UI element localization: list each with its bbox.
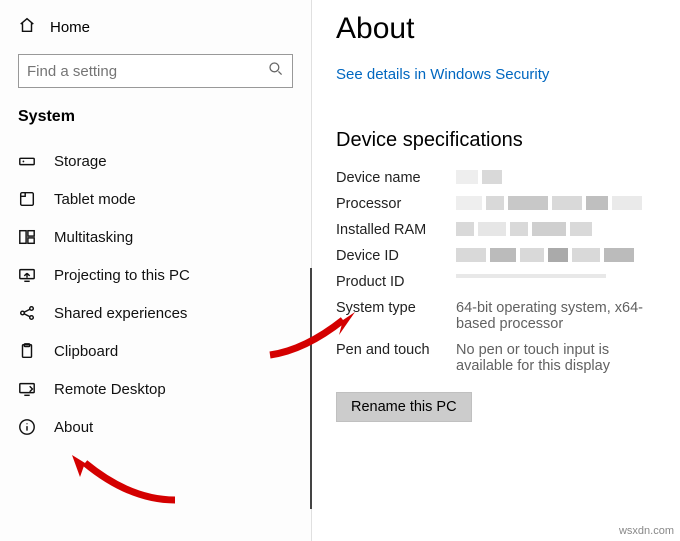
about-icon xyxy=(18,418,36,436)
section-title-system: System xyxy=(0,104,311,142)
sidebar-item-tablet[interactable]: Tablet mode xyxy=(0,180,311,218)
spec-row-device-id: Device ID xyxy=(336,248,664,264)
search-field[interactable] xyxy=(27,63,268,80)
spec-row-system-type: System type 64-bit operating system, x64… xyxy=(336,300,664,332)
spec-value: No pen or touch input is available for t… xyxy=(456,342,664,374)
sidebar-item-label: Projecting to this PC xyxy=(54,267,190,284)
sidebar-item-projecting[interactable]: Projecting to this PC xyxy=(0,256,311,294)
sidebar-item-shared[interactable]: Shared experiences xyxy=(0,294,311,332)
windows-security-link[interactable]: See details in Windows Security xyxy=(336,66,549,83)
sidebar-item-label: Clipboard xyxy=(54,343,118,360)
multitask-icon xyxy=(18,228,36,246)
annotation-arrow-about xyxy=(70,455,180,505)
spec-row-pen-touch: Pen and touch No pen or touch input is a… xyxy=(336,342,664,374)
device-specifications-heading: Device specifications xyxy=(336,129,664,152)
spec-label: Installed RAM xyxy=(336,222,456,238)
spec-value-redacted xyxy=(456,222,664,238)
search-icon xyxy=(268,61,284,82)
spec-label: Device ID xyxy=(336,248,456,264)
page-title: About xyxy=(336,12,664,46)
spec-row-processor: Processor xyxy=(336,196,664,212)
search-input[interactable] xyxy=(18,54,293,88)
spec-label: Pen and touch xyxy=(336,342,456,374)
spec-value-redacted xyxy=(456,196,664,212)
spec-label: Product ID xyxy=(336,274,456,290)
home-button[interactable]: Home xyxy=(8,8,303,46)
sidebar-item-remote[interactable]: Remote Desktop xyxy=(0,370,311,408)
spec-row-ram: Installed RAM xyxy=(336,222,664,238)
spec-value: 64-bit operating system, x64-based proce… xyxy=(456,300,664,332)
rename-pc-button[interactable]: Rename this PC xyxy=(336,392,472,422)
clipboard-icon xyxy=(18,342,36,360)
spec-value-redacted xyxy=(456,170,664,186)
sidebar-item-multitask[interactable]: Multitasking xyxy=(0,218,311,256)
sidebar-item-clipboard[interactable]: Clipboard xyxy=(0,332,311,370)
divider xyxy=(310,268,312,509)
storage-icon xyxy=(18,152,36,170)
home-label: Home xyxy=(50,19,90,36)
sidebar-item-label: Tablet mode xyxy=(54,191,136,208)
sidebar-item-label: Shared experiences xyxy=(54,305,187,322)
sidebar-item-about[interactable]: About xyxy=(0,408,311,446)
tablet-icon xyxy=(18,190,36,208)
home-icon xyxy=(18,16,36,38)
project-icon xyxy=(18,266,36,284)
sidebar-item-label: Remote Desktop xyxy=(54,381,166,398)
spec-row-device-name: Device name xyxy=(336,170,664,186)
spec-label: Device name xyxy=(336,170,456,186)
spec-value-redacted xyxy=(456,274,664,290)
sidebar: Home System Stor xyxy=(0,0,312,541)
sidebar-item-storage[interactable]: Storage xyxy=(0,142,311,180)
watermark: wsxdn.com xyxy=(619,525,674,537)
spec-value-redacted xyxy=(456,248,664,264)
spec-row-product-id: Product ID xyxy=(336,274,664,290)
spec-label: Processor xyxy=(336,196,456,212)
sidebar-item-label: Multitasking xyxy=(54,229,133,246)
main-panel: About See details in Windows Security De… xyxy=(312,0,680,541)
sidebar-item-label: About xyxy=(54,419,93,436)
spec-label: System type xyxy=(336,300,456,332)
remote-icon xyxy=(18,380,36,398)
shared-icon xyxy=(18,304,36,322)
sidebar-item-label: Storage xyxy=(54,153,107,170)
